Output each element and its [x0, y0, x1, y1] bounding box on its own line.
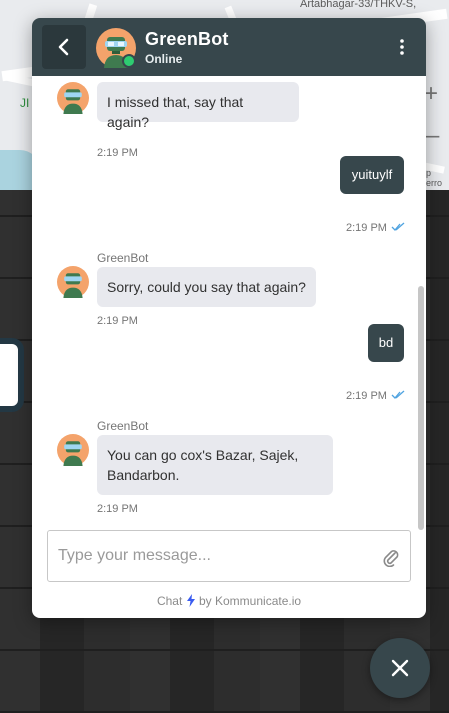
map-label-left: JI	[20, 96, 30, 110]
sender-name: GreenBot	[97, 251, 149, 265]
bot-avatar	[57, 266, 89, 298]
message-bubble-incoming: I missed that, say that again?	[97, 82, 299, 130]
message-input[interactable]	[58, 543, 358, 569]
sender-name: GreenBot	[97, 419, 149, 433]
message-bubble-incoming: Sorry, could you say that again?	[97, 267, 316, 307]
message-time: 2:19 PM	[346, 222, 387, 234]
map-label-right: p erro	[426, 168, 443, 188]
bot-name: GreenBot	[145, 29, 229, 49]
message-time: 2:19 PM	[97, 503, 138, 515]
message-time: 2:19 PM	[97, 147, 138, 159]
chevron-left-icon	[58, 38, 69, 56]
message-bubble-outgoing: bd	[368, 324, 404, 362]
message-list[interactable]: I missed that, say that again? 2:19 PM y…	[32, 76, 426, 528]
menu-button[interactable]	[394, 36, 410, 58]
paperclip-icon[interactable]	[382, 547, 400, 567]
bot-avatar	[57, 82, 89, 114]
powered-by-prefix: Chat	[156, 594, 183, 608]
message-bubble-outgoing: yuituylf	[340, 156, 404, 194]
close-chat-button[interactable]	[370, 638, 430, 698]
close-icon	[391, 659, 409, 677]
bot-avatar	[57, 434, 89, 466]
bot-status: Online	[145, 52, 183, 66]
map-label-top: Artabhagar-33/THKV-S,	[300, 0, 417, 10]
kebab-menu-icon	[400, 39, 404, 55]
message-time: 2:19 PM	[346, 390, 387, 402]
powered-by[interactable]: Chat by Kommunicate.io	[32, 594, 426, 608]
double-check-icon	[391, 222, 405, 231]
online-status-dot	[122, 54, 136, 68]
lightning-bolt-icon	[186, 594, 195, 607]
chat-widget: GreenBot Online I missed that, say that …	[32, 18, 426, 618]
double-check-icon	[391, 390, 405, 399]
background-card	[0, 338, 24, 412]
powered-by-suffix: by Kommunicate.io	[199, 594, 302, 608]
message-time: 2:19 PM	[97, 315, 138, 327]
back-button[interactable]	[42, 25, 86, 69]
message-scrollbar[interactable]	[418, 286, 424, 530]
message-composer	[47, 530, 411, 582]
message-bubble-incoming: You can go cox's Bazar, Sajek, Bandarbon…	[97, 435, 333, 495]
map-zoom-in[interactable]: +	[424, 80, 438, 108]
chat-header: GreenBot Online	[32, 18, 426, 76]
map-zoom-out[interactable]: –	[426, 122, 439, 150]
